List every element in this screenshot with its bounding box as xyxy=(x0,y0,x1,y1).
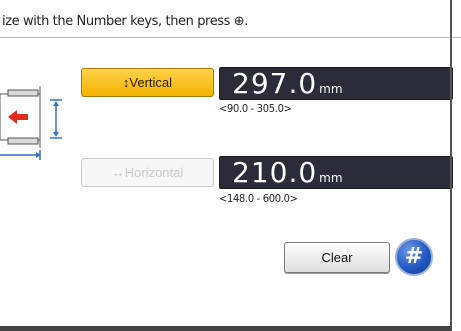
header-divider xyxy=(0,37,461,38)
hash-icon: # xyxy=(404,244,424,269)
horizontal-button[interactable]: ↔Horizontal xyxy=(81,158,214,187)
vertical-value-display: 297.0 mm xyxy=(219,67,453,100)
instruction-text: ize with the Number keys, then press ⊕. xyxy=(2,14,249,29)
paper-tray-illustration xyxy=(0,86,62,160)
horizontal-unit: mm xyxy=(319,171,343,185)
panel-border-bottom xyxy=(0,326,452,331)
horizontal-range: <148.0 - 600.0> xyxy=(219,192,298,205)
vertical-button[interactable]: ↕Vertical xyxy=(81,68,214,97)
horizontal-value-display: 210.0 mm xyxy=(219,156,453,189)
vertical-unit: mm xyxy=(319,82,343,96)
hash-key-button[interactable]: # xyxy=(395,238,433,276)
clear-button[interactable]: Clear xyxy=(284,242,390,273)
vertical-value: 297.0 xyxy=(232,67,318,100)
panel-border-right xyxy=(450,0,452,331)
vertical-range: <90.0 - 305.0> xyxy=(219,102,292,115)
horizontal-value: 210.0 xyxy=(232,156,318,189)
